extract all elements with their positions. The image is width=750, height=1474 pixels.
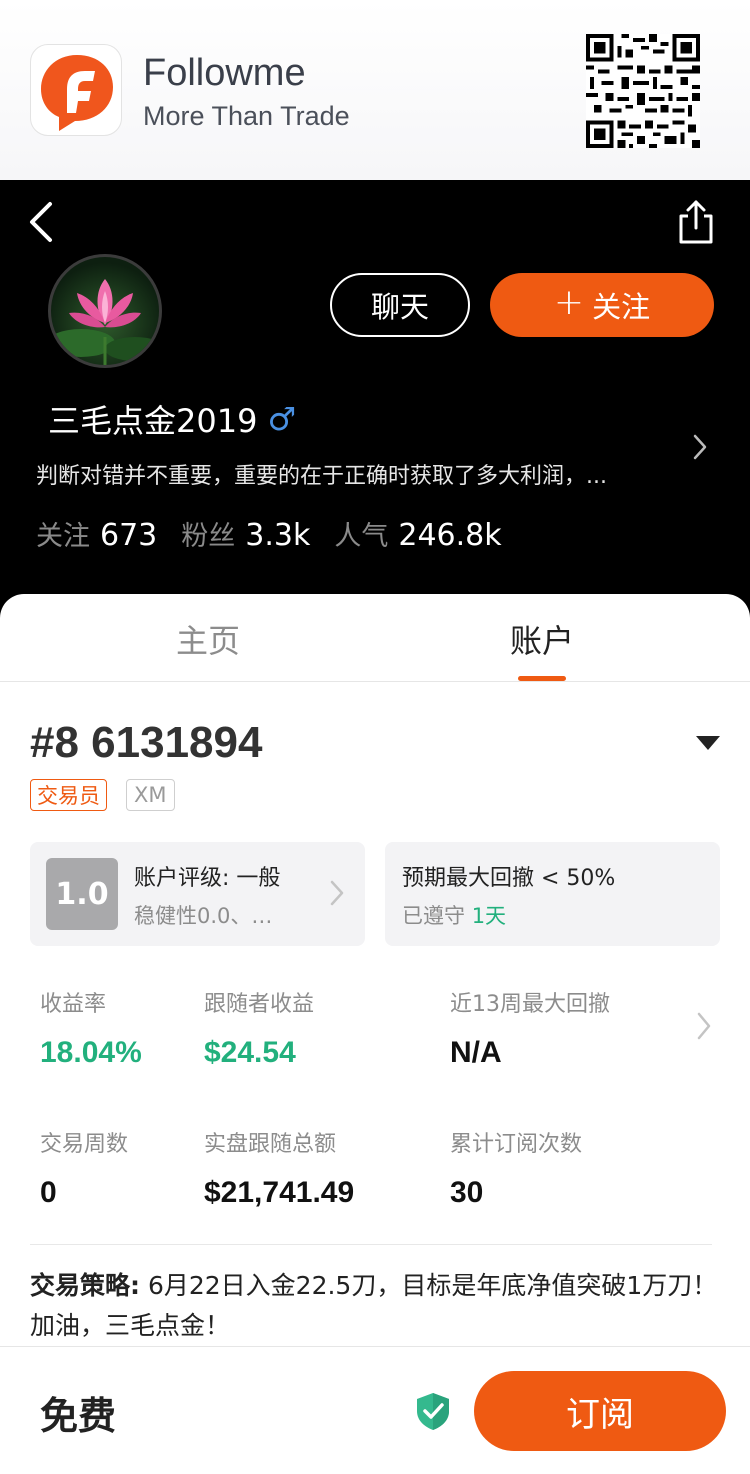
profile-header: 聊天 + 关注 三毛点金2019 ♂ 判断对错并不重要，重要的在于正确时获取了多…: [0, 180, 750, 620]
share-icon[interactable]: [676, 198, 716, 246]
subscribe-bar: 免费 订阅: [0, 1346, 750, 1474]
followme-logo-icon: [30, 44, 122, 136]
trading-strategy: 交易策略: 6月22日入金22.5刀，目标是年底净值突破1万刀！加油，三毛点金！: [30, 1266, 720, 1346]
followers-label: 粉丝: [181, 521, 236, 552]
profile-stats: 关注 673 粉丝 3.3k 人气 246.8k: [36, 514, 526, 553]
total-follow-amount-label: 实盘跟随总额: [204, 1132, 337, 1157]
broker-badge: XM: [126, 779, 175, 811]
account-number: #8 6131894: [30, 718, 263, 767]
follower-profit-value: $24.54: [204, 1036, 296, 1069]
chevron-right-icon[interactable]: [690, 432, 710, 462]
divider: [30, 1244, 712, 1245]
profile-bio[interactable]: 判断对错并不重要，重要的在于正确时获取了多大利润，...: [36, 458, 676, 490]
plus-icon: +: [553, 282, 585, 323]
return-rate-label: 收益率: [40, 992, 107, 1017]
qr-code-icon: [586, 34, 700, 148]
drawdown-subtitle: 已遵守 1天: [402, 900, 506, 930]
max-drawdown-value: N/A: [450, 1036, 502, 1069]
shield-check-icon: [414, 1391, 452, 1431]
tab-home[interactable]: 主页: [176, 616, 240, 662]
trading-weeks-label: 交易周数: [40, 1132, 129, 1157]
drawdown-days: 1天: [471, 904, 507, 928]
follow-button[interactable]: + 关注: [490, 273, 714, 337]
rating-score: 1.0: [46, 858, 118, 930]
follower-profit-label: 跟随者收益: [204, 992, 315, 1017]
account-card: 主页 账户 #8 6131894 交易员 XM 1.0 账户评级: 一般 稳健性…: [0, 594, 750, 1474]
chevron-right-icon: [328, 878, 346, 908]
following-label: 关注: [36, 521, 90, 552]
return-rate-value: 18.04%: [40, 1036, 142, 1069]
male-gender-icon: ♂: [267, 400, 297, 438]
trading-weeks-value: 0: [40, 1176, 57, 1209]
app-slogan: More Than Trade: [143, 101, 350, 131]
subscribe-button[interactable]: 订阅: [474, 1371, 726, 1451]
rating-title: 账户评级: 一般: [134, 866, 281, 891]
strategy-label: 交易策略:: [30, 1271, 140, 1300]
app-name: Followme: [143, 52, 306, 94]
active-tab-indicator: [518, 676, 566, 681]
follow-label: 关注: [592, 290, 651, 324]
popularity-count: 246.8k: [398, 518, 502, 553]
popularity-label: 人气: [334, 521, 389, 552]
following-count[interactable]: 673: [100, 518, 157, 553]
followers-count[interactable]: 3.3k: [245, 518, 310, 553]
caret-down-icon[interactable]: [694, 734, 722, 752]
subscription-count-value: 30: [450, 1176, 484, 1209]
profile-tabs: 主页 账户: [0, 594, 750, 682]
avatar[interactable]: [48, 254, 162, 368]
expected-drawdown-card: 预期最大回撤 < 50% 已遵守 1天: [385, 842, 720, 946]
app-download-banner[interactable]: Followme More Than Trade: [0, 0, 750, 180]
rating-subtitle: 稳健性0.0、…: [134, 904, 273, 928]
tab-account[interactable]: 账户: [510, 616, 574, 662]
username-text: 三毛点金2019: [48, 402, 258, 440]
username: 三毛点金2019 ♂: [48, 396, 296, 442]
back-arrow-icon[interactable]: [26, 200, 56, 244]
chat-button[interactable]: 聊天: [330, 273, 470, 337]
account-rating-card[interactable]: 1.0 账户评级: 一般 稳健性0.0、…: [30, 842, 365, 946]
subscription-price: 免费: [40, 1394, 117, 1438]
role-badge: 交易员: [30, 779, 107, 811]
drawdown-title: 预期最大回撤 < 50%: [402, 866, 616, 891]
subscription-count-label: 累计订阅次数: [450, 1132, 583, 1157]
max-drawdown-label: 近13周最大回撤: [450, 992, 610, 1017]
drawdown-compliance-text: 已遵守: [402, 904, 465, 928]
total-follow-amount-value: $21,741.49: [204, 1176, 355, 1209]
chevron-right-icon[interactable]: [694, 1010, 714, 1042]
